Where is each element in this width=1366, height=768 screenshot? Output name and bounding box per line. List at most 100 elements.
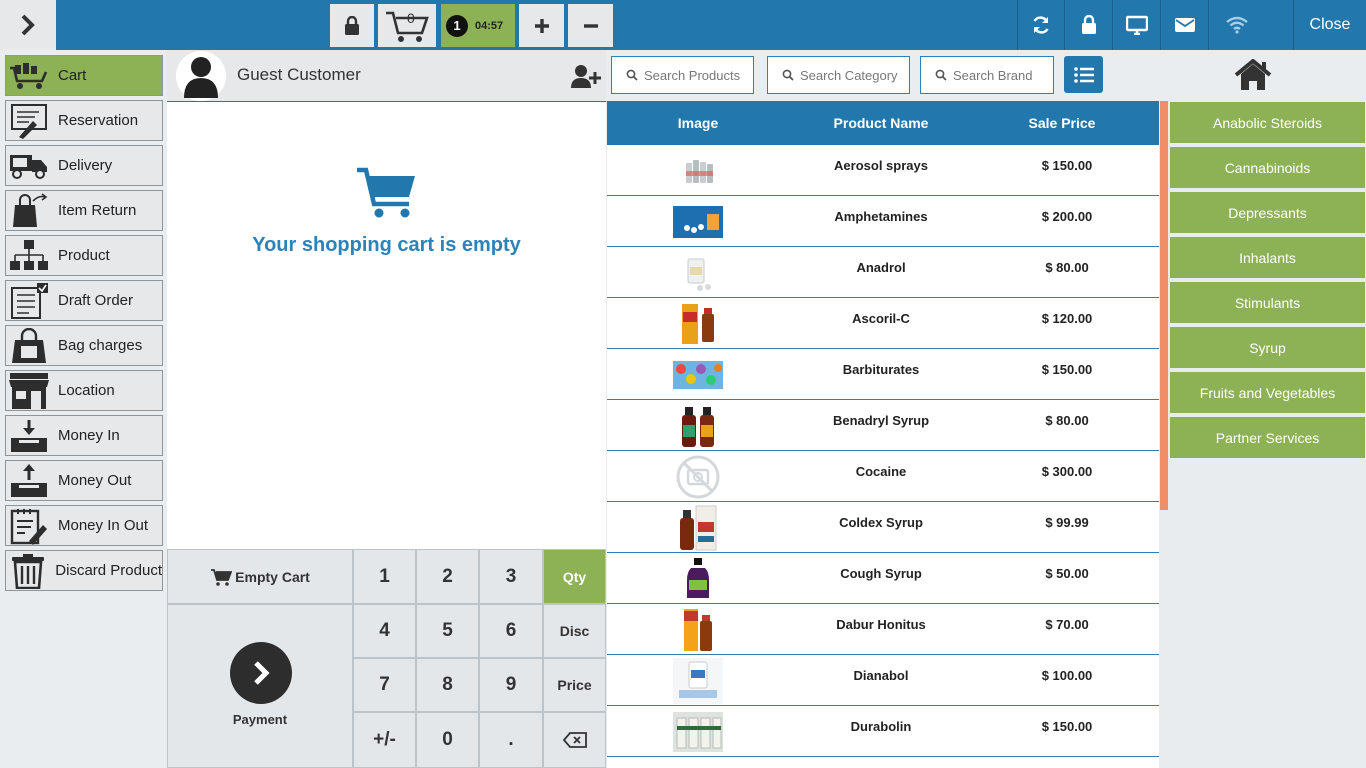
product-price: $ 99.99 xyxy=(1045,515,1089,530)
money-out-icon xyxy=(6,461,52,500)
no-image-icon xyxy=(676,455,720,498)
sidebar-item-delivery[interactable]: Delivery xyxy=(5,145,163,186)
lock-screen-button[interactable] xyxy=(330,4,374,47)
sidebar-item-cart[interactable]: Cart xyxy=(5,55,163,96)
money-in-out-icon xyxy=(6,506,52,545)
table-row[interactable]: Coldex Syrup $ 99.99 xyxy=(607,502,1159,553)
key-3[interactable]: 3 xyxy=(479,549,543,604)
lock-button[interactable] xyxy=(1064,0,1112,50)
sidebar-item-bag-charges[interactable]: Bag charges xyxy=(5,325,163,366)
category-stimulants[interactable]: Stimulants xyxy=(1170,282,1365,325)
sidebar-item-draft-order[interactable]: Draft Order xyxy=(5,280,163,321)
category-syrup[interactable]: Syrup xyxy=(1170,327,1365,370)
scrollbar-thumb[interactable] xyxy=(1160,101,1168,510)
key-1[interactable]: 1 xyxy=(353,549,416,604)
table-row[interactable]: Amphetamines $ 200.00 xyxy=(607,196,1159,247)
add-order-button[interactable] xyxy=(519,4,564,47)
customer-avatar[interactable] xyxy=(176,51,226,101)
key-8[interactable]: 8 xyxy=(416,658,479,712)
search-brand-placeholder: Search Brand xyxy=(953,67,1033,83)
list-view-button[interactable] xyxy=(1064,56,1103,93)
sidebar-item-location[interactable]: Location xyxy=(5,370,163,411)
category-depressants[interactable]: Depressants xyxy=(1170,192,1365,235)
key-0[interactable]: 0 xyxy=(416,712,479,768)
empty-cart-button[interactable]: Empty Cart xyxy=(167,549,353,604)
table-row[interactable]: Anadrol $ 80.00 xyxy=(607,247,1159,298)
category-anabolic-steroids[interactable]: Anabolic Steroids xyxy=(1170,102,1365,145)
close-button[interactable]: Close xyxy=(1293,0,1366,50)
cart-icon xyxy=(211,568,233,586)
sidebar-item-label: Item Return xyxy=(58,202,137,219)
sync-button[interactable] xyxy=(1017,0,1064,50)
product-price: $ 80.00 xyxy=(1045,260,1089,275)
category-partner-services[interactable]: Partner Services xyxy=(1170,417,1365,460)
search-category-input[interactable]: Search Category xyxy=(767,56,910,94)
search-products-input[interactable]: Search Products xyxy=(611,56,754,94)
payment-circle xyxy=(230,642,292,704)
list-icon xyxy=(1073,66,1094,83)
key-5[interactable]: 5 xyxy=(416,604,479,658)
table-row[interactable]: Dianabol $ 100.00 xyxy=(607,655,1159,706)
sidebar-item-money-out[interactable]: Money Out xyxy=(5,460,163,501)
sidebar-item-reservation[interactable]: Reservation xyxy=(5,100,163,141)
empty-cart-icon xyxy=(355,166,419,225)
key-6[interactable]: 6 xyxy=(479,604,543,658)
expand-menu-button[interactable] xyxy=(0,0,56,50)
sidebar-item-money-in[interactable]: Money In xyxy=(5,415,163,456)
sidebar-item-label: Delivery xyxy=(58,157,113,174)
product-name: Dabur Honitus xyxy=(836,617,926,632)
key-4[interactable]: 4 xyxy=(353,604,416,658)
sidebar-item-label: Product xyxy=(58,247,110,264)
table-row[interactable]: Barbiturates $ 150.00 xyxy=(607,349,1159,400)
product-price: $ 100.00 xyxy=(1041,668,1093,683)
price-mode-button[interactable]: Price xyxy=(543,658,606,712)
empty-cart-message: Your shopping cart is empty xyxy=(252,234,521,256)
search-brand-input[interactable]: Search Brand xyxy=(920,56,1054,94)
sidebar-item-label: Reservation xyxy=(58,112,139,129)
table-row[interactable]: Aerosol sprays $ 150.00 xyxy=(607,145,1159,196)
product-name: Cough Syrup xyxy=(840,566,922,581)
category-inhalants[interactable]: Inhalants xyxy=(1170,237,1365,280)
add-customer-button[interactable] xyxy=(571,63,601,89)
product-price: $ 200.00 xyxy=(1041,209,1093,224)
key-decimal[interactable]: . xyxy=(479,712,543,768)
wifi-status[interactable] xyxy=(1208,0,1293,50)
monitor-icon xyxy=(1125,15,1148,35)
search-products-placeholder: Search Products xyxy=(644,67,741,83)
key-plus-minus[interactable]: +/- xyxy=(353,712,416,768)
sidebar-item-label: Bag charges xyxy=(58,337,143,354)
draft-checklist-icon xyxy=(6,281,52,320)
lock-icon xyxy=(1081,15,1096,34)
minus-icon xyxy=(583,23,598,28)
home-button[interactable] xyxy=(1232,57,1274,93)
category-fruits-and-vegetables[interactable]: Fruits and Vegetables xyxy=(1170,372,1365,415)
key-7[interactable]: 7 xyxy=(353,658,416,712)
sidebar-item-product[interactable]: Product xyxy=(5,235,163,276)
table-row[interactable]: Cocaine $ 300.00 xyxy=(607,451,1159,502)
disc-mode-button[interactable]: Disc xyxy=(543,604,606,658)
remove-order-button[interactable] xyxy=(568,4,613,47)
envelope-icon xyxy=(1174,18,1195,32)
key-2[interactable]: 2 xyxy=(416,549,479,604)
sidebar-item-item-return[interactable]: Item Return xyxy=(5,190,163,231)
payment-label: Payment xyxy=(232,712,288,727)
qty-mode-button[interactable]: Qty xyxy=(543,549,606,604)
money-in-icon xyxy=(6,416,52,455)
chevron-right-icon xyxy=(21,14,35,36)
payment-button[interactable]: Payment xyxy=(167,604,353,768)
sidebar-item-discard-product[interactable]: Discard Product xyxy=(5,550,163,591)
message-button[interactable] xyxy=(1160,0,1208,50)
backspace-button[interactable] xyxy=(543,712,606,768)
sidebar-item-label: Money Out xyxy=(58,472,132,489)
table-row[interactable]: Durabolin $ 150.00 xyxy=(607,706,1159,757)
table-row[interactable]: Cough Syrup $ 50.00 xyxy=(607,553,1159,604)
table-row[interactable]: Ascoril-C $ 120.00 xyxy=(607,298,1159,349)
sidebar-item-label: Money In xyxy=(58,427,120,444)
table-row[interactable]: Dabur Honitus $ 70.00 xyxy=(607,604,1159,655)
cart-counter-button[interactable]: 0 xyxy=(378,4,436,47)
sidebar-item-money-in-out[interactable]: Money In Out xyxy=(5,505,163,546)
key-9[interactable]: 9 xyxy=(479,658,543,712)
category-cannabinoids[interactable]: Cannabinoids xyxy=(1170,147,1365,190)
table-row[interactable]: Benadryl Syrup $ 80.00 xyxy=(607,400,1159,451)
display-button[interactable] xyxy=(1112,0,1160,50)
